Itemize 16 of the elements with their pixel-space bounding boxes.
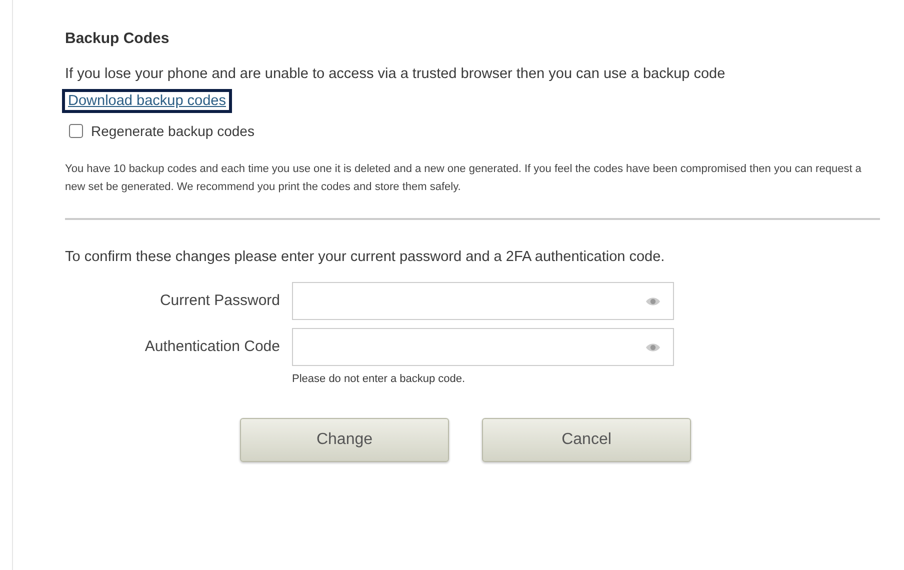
intro-text: If you lose your phone and are unable to access via a trusted browser then you can use a backup code Download backup codes xyxy=(65,60,875,114)
confirm-text: To confirm these changes please enter your current password and a 2FA authentication code. xyxy=(65,248,666,266)
info-text: You have 10 backup codes and each time you use one it is deleted and a new one generated. If you feel the codes have been compromised then you can request a new set be generated. We recommend you print the codes and store them safely. xyxy=(65,162,862,194)
regenerate-checkbox[interactable] xyxy=(69,124,83,138)
eye-icon[interactable] xyxy=(645,342,661,353)
download-link[interactable]: Download backup codes xyxy=(65,92,229,110)
eye-icon[interactable] xyxy=(645,296,661,307)
cancel-button[interactable]: Cancel xyxy=(482,418,691,462)
field-label: Current Password xyxy=(158,291,280,311)
change-button[interactable]: Change xyxy=(240,418,449,462)
password-field[interactable] xyxy=(292,282,674,320)
section-title: Backup Codes xyxy=(65,29,170,49)
checkbox-label[interactable]: Regenerate backup codes xyxy=(91,120,254,142)
password-field[interactable] xyxy=(292,328,674,366)
field-label: Authentication Code xyxy=(144,337,280,357)
field-hint: Please do not enter a backup code. xyxy=(292,372,466,388)
